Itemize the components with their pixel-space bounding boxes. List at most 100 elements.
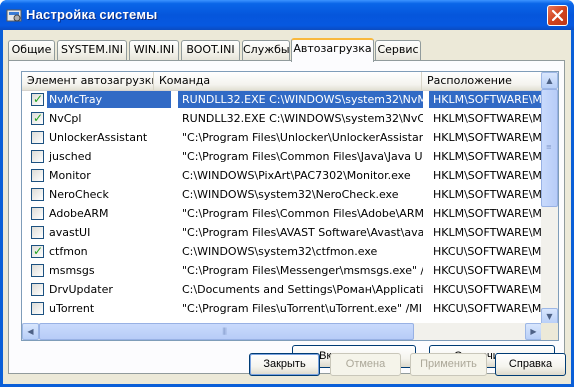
tab-system-ini[interactable]: SYSTEM.INI	[57, 40, 127, 60]
checkmark-icon: ✓	[33, 244, 44, 258]
startup-item-checkbox[interactable]: ✓	[31, 111, 44, 125]
scroll-up-button[interactable]: ▲	[541, 72, 558, 89]
close-icon	[551, 9, 564, 22]
help-button[interactable]: Справка	[495, 353, 566, 376]
system-config-window: Настройка системы Общие SYSTEM.INI WIN.I…	[0, 0, 574, 387]
dialog-client-area: Общие SYSTEM.INI WIN.INI BOOT.INI Службы…	[3, 30, 571, 384]
startup-item-command: C:\WINDOWS\PixArt\PAC7302\Monitor.exe	[182, 169, 411, 182]
scrollbar-corner	[541, 323, 558, 340]
startup-item-location: HKCU\SOFTWARE\Micr	[433, 302, 542, 315]
table-row[interactable]: msmsgs "C:\Program Files\Messenger\msmsgs…	[22, 262, 542, 280]
table-row[interactable]: ✓ NvMcTray RUNDLL32.EXE C:\WINDOWS\system3…	[22, 91, 542, 109]
startup-item-location: HKLM\SOFTWARE\Micr	[433, 150, 542, 163]
startup-item-command: C:\WINDOWS\system32\NeroCheck.exe	[182, 188, 399, 201]
cancel-button[interactable]: Отмена	[330, 353, 401, 376]
table-row[interactable]: avastUI "C:\Program Files\AVAST Software\…	[22, 224, 542, 242]
close-window-button[interactable]	[547, 5, 568, 26]
startup-item-command: "C:\Program Files\Common Files\Adobe\ARM…	[182, 207, 423, 220]
checkmark-icon: ✓	[33, 111, 44, 125]
startup-item-command: "C:\Program Files\Common Files\Java\Java…	[182, 150, 423, 163]
startup-item-command: C:\WINDOWS\system32\ctfmon.exe	[182, 245, 378, 258]
table-row[interactable]: ✓ ctfmon C:\WINDOWS\system32\ctfmon.exe HKC…	[22, 243, 542, 261]
startup-item-name: UnlockerAssistant	[49, 131, 148, 144]
startup-item-name: NvMcTray	[47, 91, 171, 108]
startup-item-location: HKLM\SOFTWARE\Micr	[433, 207, 542, 220]
column-header-startup-item[interactable]: Элемент автозагрузки	[22, 72, 154, 91]
startup-item-checkbox[interactable]	[31, 283, 44, 296]
startup-item-checkbox[interactable]	[31, 226, 44, 239]
tab-general[interactable]: Общие	[8, 40, 55, 60]
apply-button[interactable]: Применить	[410, 353, 487, 376]
table-row[interactable]: jusched "C:\Program Files\Common Files\Ja…	[22, 148, 542, 166]
startup-item-name: uTorrent	[49, 302, 95, 315]
tab-startup[interactable]: Автозагрузка	[291, 38, 374, 62]
column-header-location[interactable]: Расположение	[422, 72, 542, 91]
startup-item-location: HKLM\SOFTWARE\Micr	[433, 112, 542, 125]
column-header-command[interactable]: Команда	[154, 72, 422, 91]
startup-item-location: HKCU\SOFTWARE\Micr	[433, 283, 542, 296]
table-row[interactable]: NeroCheck C:\WINDOWS\system32\NeroCheck.e…	[22, 186, 542, 204]
vertical-scrollbar[interactable]: ▲ ≡ ▼	[541, 72, 558, 325]
tab-tools[interactable]: Сервис	[375, 40, 421, 60]
table-row[interactable]: DrvUpdater C:\Documents and Settings\Рома…	[22, 281, 542, 299]
arrow-up-icon: ▲	[546, 76, 553, 85]
settings-icon	[6, 9, 22, 22]
startup-item-name: ctfmon	[49, 245, 88, 258]
startup-item-location: HKLM\SOFTWARE\Micr	[433, 226, 542, 239]
startup-item-checkbox[interactable]	[31, 264, 44, 277]
list-header: Элемент автозагрузки Команда Расположени…	[22, 72, 542, 91]
startup-item-name: msmsgs	[49, 264, 95, 277]
title-bar[interactable]: Настройка системы	[0, 0, 574, 30]
arrow-left-icon: ◀	[27, 327, 34, 336]
tab-win-ini[interactable]: WIN.INI	[129, 40, 179, 60]
startup-item-command: "C:\Program Files\Messenger\msmsgs.exe" …	[182, 264, 423, 277]
vertical-scroll-thumb[interactable]: ≡	[541, 89, 558, 207]
close-button[interactable]: Закрыть	[249, 353, 320, 376]
startup-item-checkbox[interactable]	[31, 302, 44, 315]
startup-item-name: DrvUpdater	[49, 283, 113, 296]
startup-item-location: HKLM\SOFTWARE\Micr	[433, 188, 542, 201]
startup-item-checkbox[interactable]	[31, 188, 44, 201]
startup-item-name: AdobeARM	[49, 207, 109, 220]
scroll-left-button[interactable]: ◀	[22, 323, 39, 340]
startup-item-command: RUNDLL32.EXE C:\WINDOWS\system32\NvCpl.d…	[182, 112, 423, 125]
table-row[interactable]: ✓ NvCpl RUNDLL32.EXE C:\WINDOWS\system32\N…	[22, 110, 542, 128]
startup-item-command: C:\Documents and Settings\Роман\Applicat…	[182, 283, 423, 296]
startup-item-name: avastUI	[49, 226, 91, 239]
table-row[interactable]: AdobeARM "C:\Program Files\Common Files\A…	[22, 205, 542, 223]
startup-item-location: HKLM\SOFTWARE\Micr	[433, 169, 542, 182]
checkmark-icon: ✓	[33, 92, 44, 106]
startup-item-location: HKLM\SOFTWARE\Micr	[429, 91, 542, 108]
startup-item-location: HKLM\SOFTWARE\Micr	[433, 131, 542, 144]
tab-services[interactable]: Службы	[242, 40, 290, 60]
scroll-right-button[interactable]: ▶	[525, 323, 542, 340]
startup-item-checkbox[interactable]	[31, 131, 44, 144]
startup-item-command: "C:\Program Files\Unlocker\UnlockerAssis…	[182, 131, 423, 144]
startup-item-command: "C:\Program Files\uTorrent\uTorrent.exe"…	[182, 302, 423, 315]
startup-item-checkbox[interactable]	[31, 169, 44, 182]
arrow-down-icon: ▼	[546, 312, 553, 321]
startup-item-name: NvCpl	[49, 112, 82, 125]
startup-item-checkbox[interactable]: ✓	[31, 92, 44, 106]
grip-icon: |||	[222, 327, 227, 335]
table-row[interactable]: UnlockerAssistant "C:\Program Files\Unloc…	[22, 129, 542, 147]
startup-item-checkbox[interactable]	[31, 207, 44, 220]
arrow-right-icon: ▶	[530, 327, 537, 336]
grip-icon: ≡	[546, 143, 552, 151]
horizontal-scrollbar[interactable]: ◀ ||| ▶	[22, 323, 542, 340]
table-row[interactable]: uTorrent "C:\Program Files\uTorrent\uTorr…	[22, 300, 542, 318]
startup-item-command: RUNDLL32.EXE C:\WINDOWS\system32\NvMcTra…	[178, 91, 423, 108]
startup-list[interactable]: Элемент автозагрузки Команда Расположени…	[21, 71, 559, 341]
startup-item-name: NeroCheck	[49, 188, 109, 201]
startup-item-location: HKCU\SOFTWARE\Micr	[433, 245, 542, 258]
list-rows: ✓ NvMcTray RUNDLL32.EXE C:\WINDOWS\system3…	[22, 91, 542, 325]
table-row[interactable]: Monitor C:\WINDOWS\PixArt\PAC7302\Monitor…	[22, 167, 542, 185]
tab-boot-ini[interactable]: BOOT.INI	[181, 40, 240, 60]
horizontal-scroll-thumb[interactable]: |||	[39, 323, 414, 340]
startup-item-checkbox[interactable]: ✓	[31, 244, 44, 258]
startup-item-name: Monitor	[49, 169, 91, 182]
startup-item-command: "C:\Program Files\AVAST Software\Avast\a…	[182, 226, 423, 239]
startup-item-name: jusched	[49, 150, 92, 163]
startup-tab-panel: Элемент автозагрузки Команда Расположени…	[8, 60, 565, 374]
startup-item-checkbox[interactable]	[31, 150, 44, 163]
